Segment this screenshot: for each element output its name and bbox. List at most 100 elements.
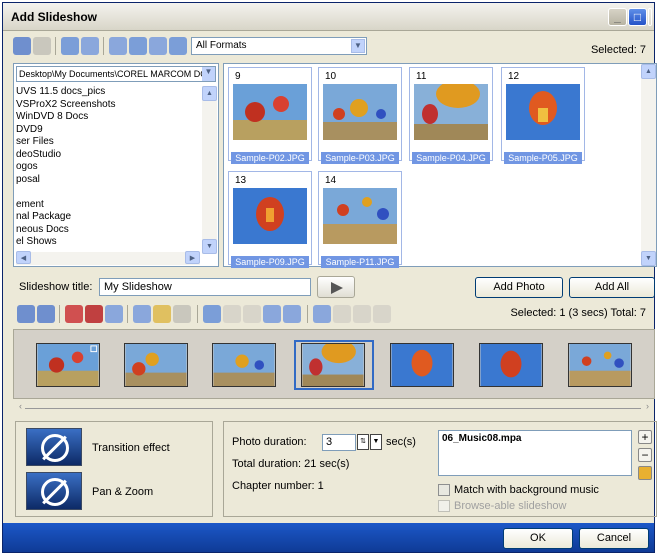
storyboard-clip[interactable] xyxy=(568,343,632,387)
thumbnail-filename: Sample-P04.JPG xyxy=(412,152,490,164)
rotate-right-icon[interactable] xyxy=(37,305,55,323)
scroll-down-icon[interactable]: ▼ xyxy=(641,251,656,266)
folder-item[interactable]: VSProX2 Screenshots xyxy=(16,99,202,112)
scroll-right-icon[interactable]: ▶ xyxy=(185,251,200,264)
folder-item[interactable]: neous Docs xyxy=(16,224,202,237)
folder-item[interactable]: el Shows xyxy=(16,236,202,249)
folder-item[interactable]: ement xyxy=(16,199,202,212)
remove-music-button[interactable]: − xyxy=(638,448,652,462)
forward-icon[interactable] xyxy=(33,37,51,55)
storyboard xyxy=(13,329,655,399)
photo-duration-input[interactable]: 3 xyxy=(322,434,356,451)
folder-horizontal-scrollbar[interactable]: ◀ ▶ xyxy=(16,251,200,265)
duration-panel: Photo duration: 3 ⇅ ▼ sec(s) Total durat… xyxy=(223,421,657,517)
match-music-checkbox[interactable] xyxy=(438,484,450,496)
format-filter-select[interactable]: All Formats ▼ xyxy=(191,37,367,55)
folder-view-icon[interactable] xyxy=(81,37,99,55)
folder-item[interactable]: nal Package xyxy=(16,211,202,224)
random-icon[interactable] xyxy=(283,305,301,323)
scroll-right-icon[interactable]: › xyxy=(646,401,649,411)
maximize-button[interactable]: □ xyxy=(628,8,647,26)
panzoom-icon[interactable] xyxy=(263,305,281,323)
back-icon[interactable] xyxy=(13,37,31,55)
folder-item[interactable]: posal xyxy=(16,174,202,187)
thumbnail-item[interactable]: 9 Sample-P02.JPG xyxy=(228,67,312,164)
music-list[interactable]: 06_Music08.mpa xyxy=(438,430,632,476)
scroll-left-icon[interactable]: ◀ xyxy=(16,251,31,264)
storyboard-scrollbar[interactable]: ‹ › xyxy=(19,401,649,413)
scroll-up-icon[interactable]: ▲ xyxy=(202,86,217,101)
storyboard-clip-selected[interactable] xyxy=(301,343,365,387)
thumbnail-item[interactable]: 14 Sample-P11.JPG xyxy=(318,171,402,268)
transition-effect-label: Transition effect xyxy=(92,442,170,454)
delete-all-icon[interactable] xyxy=(85,305,103,323)
thumbnail-item[interactable]: 10 Sample-P03.JPG xyxy=(318,67,402,164)
folder-item[interactable]: ogos xyxy=(16,161,202,174)
add-all-button[interactable]: Add All xyxy=(569,277,655,298)
add-photo-button[interactable]: Add Photo xyxy=(475,277,563,298)
folder-item[interactable]: UVS 11.5 docs_pics xyxy=(16,86,202,99)
storyboard-clip[interactable] xyxy=(124,343,188,387)
folder-item[interactable] xyxy=(16,186,202,199)
rotate-left-icon[interactable] xyxy=(17,305,35,323)
storyboard-clip[interactable] xyxy=(212,343,276,387)
path-select[interactable]: Desktop\My Documents\COREL MARCOM DO( ▼ xyxy=(16,66,216,82)
thumbnail-pane: 9 Sample-P02.JPG 10 Sample-P03.JPG 11 Sa… xyxy=(223,63,657,268)
thumbnail-view-icon[interactable] xyxy=(129,37,147,55)
properties-icon[interactable] xyxy=(105,305,123,323)
thumbnail-item[interactable]: 13 Sample-P09.JPG xyxy=(228,171,312,268)
folder-item[interactable]: ser Files xyxy=(16,136,202,149)
browseable-checkbox[interactable] xyxy=(438,500,450,512)
thumbnail-number: 12 xyxy=(508,71,520,82)
chapter-edit-icon[interactable] xyxy=(353,305,371,323)
scroll-down-icon[interactable]: ▼ xyxy=(202,239,217,254)
chapter-remove-icon[interactable] xyxy=(333,305,351,323)
close-button[interactable] xyxy=(648,8,652,26)
text-icon[interactable] xyxy=(133,305,151,323)
cancel-button[interactable]: Cancel xyxy=(579,528,649,549)
up-folder-icon[interactable] xyxy=(61,37,79,55)
folder-item[interactable]: deoStudio xyxy=(16,149,202,162)
add-music-button[interactable]: + xyxy=(638,430,652,444)
ok-button[interactable]: OK xyxy=(503,528,573,549)
chevron-down-icon[interactable]: ▼ xyxy=(202,67,215,81)
transition-effect-button[interactable] xyxy=(26,428,82,466)
format-filter-value: All Formats xyxy=(196,40,247,51)
edit-icon[interactable] xyxy=(153,305,171,323)
storyboard-clip[interactable] xyxy=(479,343,543,387)
chapter-icon[interactable] xyxy=(313,305,331,323)
thumbnail-scrollbar[interactable]: ▲ ▼ xyxy=(641,64,656,266)
folder-vertical-scrollbar[interactable]: ▲ ▼ xyxy=(202,86,217,254)
spin-down-icon[interactable]: ▼ xyxy=(370,434,382,450)
thumbnail-item[interactable]: 12 Sample-P05.JPG xyxy=(501,67,585,164)
transition-edit-icon[interactable] xyxy=(243,305,261,323)
thumbnail-filename: Sample-P02.JPG xyxy=(231,152,309,164)
panzoom-button[interactable] xyxy=(26,472,82,510)
folder-item[interactable]: DVD9 xyxy=(16,124,202,137)
transition-remove-icon[interactable] xyxy=(223,305,241,323)
scroll-up-icon[interactable]: ▲ xyxy=(641,64,656,79)
storyboard-clip[interactable] xyxy=(36,343,100,387)
delete-icon[interactable] xyxy=(65,305,83,323)
menu-icon[interactable] xyxy=(173,305,191,323)
play-button[interactable] xyxy=(317,276,355,298)
photo-duration-label: Photo duration: xyxy=(232,436,307,448)
folder-item[interactable]: WinDVD 8 Docs xyxy=(16,111,202,124)
storyboard-clip[interactable] xyxy=(390,343,454,387)
details-view-icon[interactable] xyxy=(149,37,167,55)
chapter-clear-icon[interactable] xyxy=(373,305,391,323)
chapter-number: Chapter number: 1 xyxy=(232,480,324,492)
scroll-left-icon[interactable]: ‹ xyxy=(19,401,22,411)
sort-icon[interactable] xyxy=(109,37,127,55)
music-file[interactable]: 06_Music08.mpa xyxy=(442,433,522,444)
scroll-track[interactable] xyxy=(25,408,641,409)
folder-tree-pane: Desktop\My Documents\COREL MARCOM DO( ▼ … xyxy=(13,63,219,267)
chevron-down-icon[interactable]: ▼ xyxy=(351,39,365,53)
music-settings-button[interactable] xyxy=(638,466,652,480)
minimize-button[interactable]: _ xyxy=(608,8,627,26)
refresh-icon[interactable] xyxy=(169,37,187,55)
spin-updown-icon[interactable]: ⇅ xyxy=(357,434,369,450)
transition-apply-icon[interactable] xyxy=(203,305,221,323)
thumbnail-item[interactable]: 11 Sample-P04.JPG xyxy=(409,67,493,164)
slideshow-title-input[interactable]: My Slideshow xyxy=(99,278,311,296)
